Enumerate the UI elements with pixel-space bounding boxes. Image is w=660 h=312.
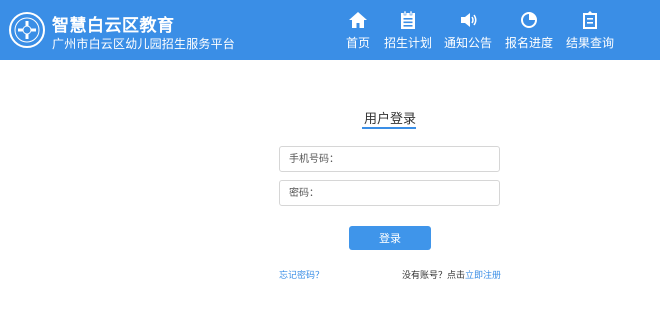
home-icon [349, 12, 367, 28]
nav-notices-label: 通知公告 [443, 36, 492, 50]
register-prompt: 没有账号？点击立即注册 [402, 268, 501, 281]
nav-enrollment-plan-label: 招生计划 [383, 36, 432, 50]
register-link[interactable]: 立即注册 [465, 271, 501, 281]
phone-number-input[interactable] [279, 146, 500, 172]
emblem-logo [9, 12, 45, 48]
site-title: 智慧白云区教育 [52, 16, 175, 36]
nav-result-query[interactable]: 结果查询 [565, 10, 615, 54]
forgot-password-link[interactable]: 忘记密码？ [279, 268, 324, 281]
login-button[interactable]: 登录 [349, 226, 431, 250]
nav-home[interactable]: 首页 [344, 10, 372, 54]
nav-result-query-label: 结果查询 [565, 36, 614, 50]
no-account-text: 没有账号？点击 [402, 271, 466, 281]
top-header: 智慧白云区教育 广州市白云区幼儿园招生服务平台 首页 招生计划 通知公告 报名进… [0, 0, 660, 60]
login-title-underline [362, 127, 416, 129]
pie-chart-icon [521, 12, 537, 28]
nav-application-progress-label: 报名进度 [504, 36, 553, 50]
nav-application-progress[interactable]: 报名进度 [504, 10, 554, 54]
nav-home-label: 首页 [345, 36, 370, 50]
nav-notices[interactable]: 通知公告 [443, 10, 493, 54]
password-input[interactable] [279, 180, 500, 206]
document-icon [583, 11, 597, 29]
login-title: 用户登录 [363, 112, 416, 127]
site-subtitle: 广州市白云区幼儿园招生服务平台 [52, 37, 236, 51]
clipboard-icon [401, 10, 415, 29]
nav-enrollment-plan[interactable]: 招生计划 [383, 10, 433, 54]
speaker-icon [461, 13, 477, 27]
